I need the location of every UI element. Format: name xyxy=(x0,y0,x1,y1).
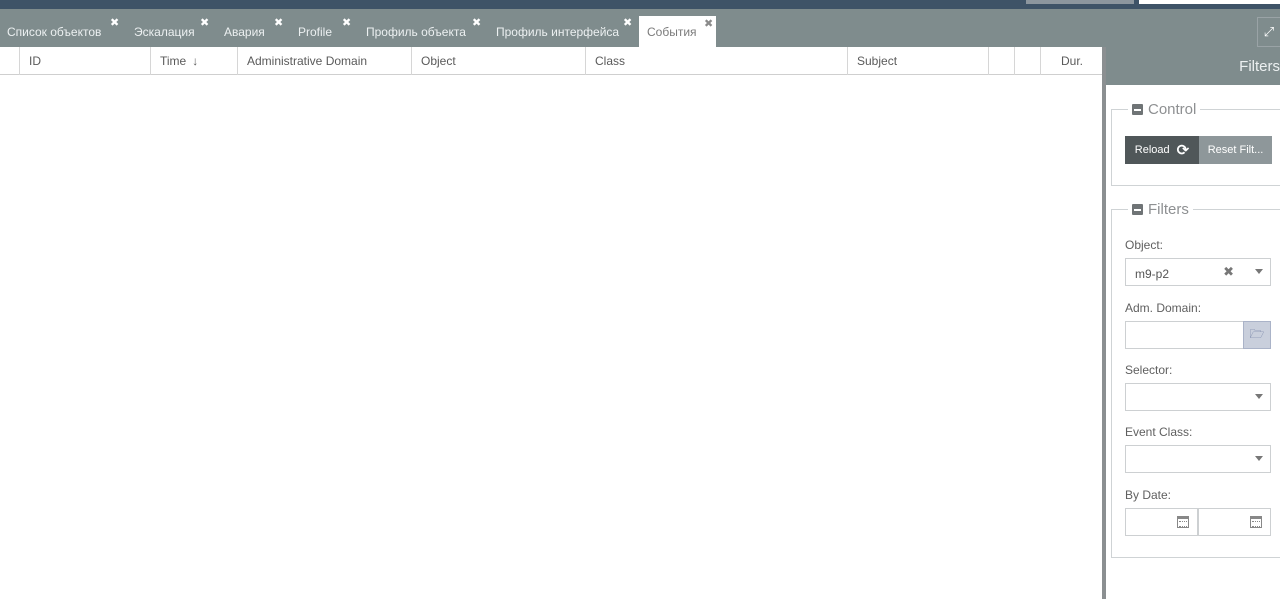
close-icon[interactable]: ✖ xyxy=(623,16,632,29)
by-date-label: By Date: xyxy=(1125,488,1172,502)
tab-label: Эскалация xyxy=(134,25,195,39)
chevron-down-icon[interactable] xyxy=(1255,269,1263,274)
event-class-label: Event Class: xyxy=(1125,425,1193,439)
date-from-input[interactable] xyxy=(1125,508,1198,536)
filters-legend[interactable]: Filters xyxy=(1128,201,1193,218)
column-header-blank-1[interactable] xyxy=(989,47,1015,75)
filter-panel: Filters Control Reload ⟳ Reset Filt... F… xyxy=(1106,47,1280,599)
close-icon[interactable]: ✖ xyxy=(110,16,119,29)
tab-interface-profile[interactable]: Профиль интерфейса ✖ xyxy=(496,9,632,47)
collapse-icon[interactable] xyxy=(1132,204,1143,215)
column-header-subject[interactable]: Subject xyxy=(848,47,989,75)
top-bar-search-input[interactable] xyxy=(1139,0,1280,4)
control-legend-text: Control xyxy=(1148,101,1197,118)
top-bar-button[interactable] xyxy=(1026,0,1134,4)
object-combo[interactable]: m9-p2 ✖ xyxy=(1125,258,1271,286)
close-icon[interactable]: ✖ xyxy=(274,16,283,29)
column-header-select[interactable] xyxy=(0,47,20,75)
close-icon[interactable]: ✖ xyxy=(704,17,713,30)
events-grid: ID Time ↓ Administrative Domain Object Cl… xyxy=(0,47,1103,599)
reload-button[interactable]: Reload ⟳ xyxy=(1125,136,1199,164)
tab-label: Профиль объекта xyxy=(366,25,466,39)
tab-label: Авария xyxy=(224,25,265,39)
column-header-duration[interactable]: Dur. xyxy=(1041,47,1103,75)
clear-icon[interactable]: ✖ xyxy=(1223,264,1234,280)
tab-label: События xyxy=(647,25,697,39)
tab-alarm[interactable]: Авария ✖ xyxy=(224,9,283,47)
reset-filters-button[interactable]: Reset Filt... xyxy=(1199,136,1272,164)
tab-object-profile[interactable]: Профиль объекта ✖ xyxy=(366,9,481,47)
close-icon[interactable]: ✖ xyxy=(200,16,209,29)
adm-domain-label: Adm. Domain: xyxy=(1125,301,1202,315)
object-value: m9-p2 xyxy=(1135,267,1170,281)
column-header-id[interactable]: ID xyxy=(20,47,151,75)
filters-legend-text: Filters xyxy=(1148,201,1189,218)
column-header-blank-2[interactable] xyxy=(1015,47,1041,75)
filters-group: Filters Object: m9-p2 ✖ Adm. Domain: 🗁 S… xyxy=(1111,201,1280,558)
sort-desc-icon: ↓ xyxy=(192,54,199,68)
tab-object-list[interactable]: Список объектов ✖ xyxy=(7,9,119,47)
chevron-down-icon[interactable] xyxy=(1255,394,1263,399)
chevron-down-icon[interactable] xyxy=(1255,456,1263,461)
tab-escalation[interactable]: Эскалация ✖ xyxy=(134,9,209,47)
selector-label: Selector: xyxy=(1125,363,1173,377)
expand-icon[interactable]: ⤢ xyxy=(1257,17,1280,47)
panel-title: Filters xyxy=(1106,47,1280,85)
column-header-administrative-domain[interactable]: Administrative Domain xyxy=(238,47,412,75)
top-bar xyxy=(0,0,1280,9)
calendar-icon[interactable] xyxy=(1250,516,1262,528)
column-header-class[interactable]: Class xyxy=(586,47,848,75)
grid-header: ID Time ↓ Administrative Domain Object Cl… xyxy=(0,47,1103,75)
tab-strip: Список объектов ✖ Эскалация ✖ Авария ✖ P… xyxy=(0,9,1280,47)
folder-icon[interactable]: 🗁 xyxy=(1243,321,1271,349)
tab-label: Список объектов xyxy=(7,25,102,39)
control-group: Control Reload ⟳ Reset Filt... xyxy=(1111,101,1280,186)
selector-combo[interactable] xyxy=(1125,383,1271,411)
tab-events[interactable]: События ✖ xyxy=(639,16,716,47)
close-icon[interactable]: ✖ xyxy=(472,16,481,29)
column-header-time[interactable]: Time ↓ xyxy=(151,47,238,75)
panel-title-text: Filters xyxy=(1239,58,1280,75)
adm-domain-input[interactable] xyxy=(1125,321,1244,349)
reload-button-label: Reload xyxy=(1134,144,1170,156)
tab-label: Profile xyxy=(298,25,333,39)
column-header-object[interactable]: Object xyxy=(412,47,586,75)
reset-button-label: Reset Filt... xyxy=(1207,144,1264,156)
calendar-icon[interactable] xyxy=(1177,516,1189,528)
close-icon[interactable]: ✖ xyxy=(342,16,351,29)
event-class-combo[interactable] xyxy=(1125,445,1271,473)
reload-icon: ⟳ xyxy=(1176,142,1190,159)
tab-label: Профиль интерфейса xyxy=(496,25,620,39)
column-header-label: Time xyxy=(160,54,187,68)
collapse-icon[interactable] xyxy=(1132,104,1143,115)
control-legend[interactable]: Control xyxy=(1128,101,1201,118)
date-to-input[interactable] xyxy=(1198,508,1271,536)
object-label: Object: xyxy=(1125,238,1164,252)
tab-profile[interactable]: Profile ✖ xyxy=(298,9,351,47)
